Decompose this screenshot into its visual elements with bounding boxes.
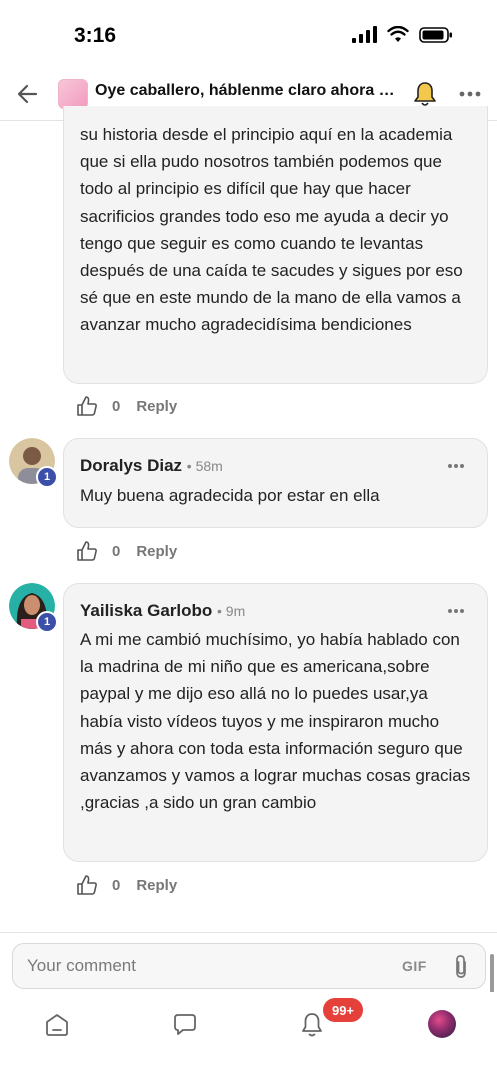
comment-input[interactable] [27, 944, 387, 988]
comment-actions: 0 Reply [76, 873, 177, 897]
avatar[interactable]: 1 [9, 583, 58, 633]
reply-button[interactable]: Reply [136, 543, 177, 560]
comment-composer: GIF [0, 932, 497, 992]
comment-menu-icon[interactable] [447, 608, 465, 614]
gif-button[interactable]: GIF [402, 958, 427, 974]
comment-card: su historia desde el principio aquí en l… [63, 106, 488, 384]
comment-actions: 0 Reply [76, 394, 177, 418]
comment-menu-icon[interactable] [447, 463, 465, 469]
wifi-icon [387, 26, 409, 42]
status-time: 3:16 [74, 24, 117, 47]
like-icon[interactable] [76, 395, 98, 417]
like-icon[interactable] [76, 874, 98, 896]
notifications-icon[interactable] [297, 1010, 327, 1040]
notifications-badge: 99+ [323, 998, 363, 1022]
profile-avatar[interactable] [428, 1010, 456, 1038]
more-options-icon[interactable] [458, 80, 482, 108]
reply-button[interactable]: Reply [136, 877, 177, 894]
comment-box: GIF [12, 943, 486, 989]
status-bar: 3:16 [0, 0, 497, 68]
reply-button[interactable]: Reply [136, 398, 177, 415]
like-count: 0 [112, 542, 121, 560]
like-count: 0 [112, 397, 121, 415]
level-badge: 1 [36, 466, 58, 488]
avatar[interactable]: 1 [9, 438, 58, 488]
level-badge: 1 [36, 611, 58, 633]
comment-text: Muy buena agradecida por estar en ella [80, 486, 380, 505]
comment-author[interactable]: Yailiska Garlobo • 9m [80, 601, 245, 621]
comment-author[interactable]: Doralys Diaz • 58m [80, 456, 223, 476]
signal-icon [352, 26, 377, 43]
back-arrow-icon[interactable] [14, 80, 42, 108]
bottom-nav: 99+ [0, 992, 497, 1080]
post-title[interactable]: Oye caballero, háblenme claro ahora o c.… [95, 82, 395, 100]
comment-card: Doralys Diaz • 58m Muy buena agradecida … [63, 438, 488, 528]
home-icon[interactable] [42, 1010, 72, 1040]
comment-time: • 58m [186, 458, 223, 474]
paperclip-icon[interactable] [451, 954, 471, 980]
comment-time: • 9m [217, 603, 246, 619]
bell-icon[interactable] [412, 80, 438, 108]
chat-icon[interactable] [170, 1010, 200, 1040]
battery-icon [419, 27, 452, 43]
post-thumbnail[interactable] [58, 79, 88, 109]
comment-text: su historia desde el principio aquí en l… [80, 125, 463, 335]
comment-actions: 0 Reply [76, 539, 177, 563]
like-icon[interactable] [76, 540, 98, 562]
like-count: 0 [112, 876, 121, 894]
author-name[interactable]: Yailiska Garlobo [80, 601, 212, 620]
comment-card: Yailiska Garlobo • 9m A mi me cambió muc… [63, 583, 488, 862]
status-icons [351, 26, 453, 44]
author-name[interactable]: Doralys Diaz [80, 456, 182, 475]
comment-text: A mi me cambió muchísimo, yo había habla… [80, 630, 471, 813]
